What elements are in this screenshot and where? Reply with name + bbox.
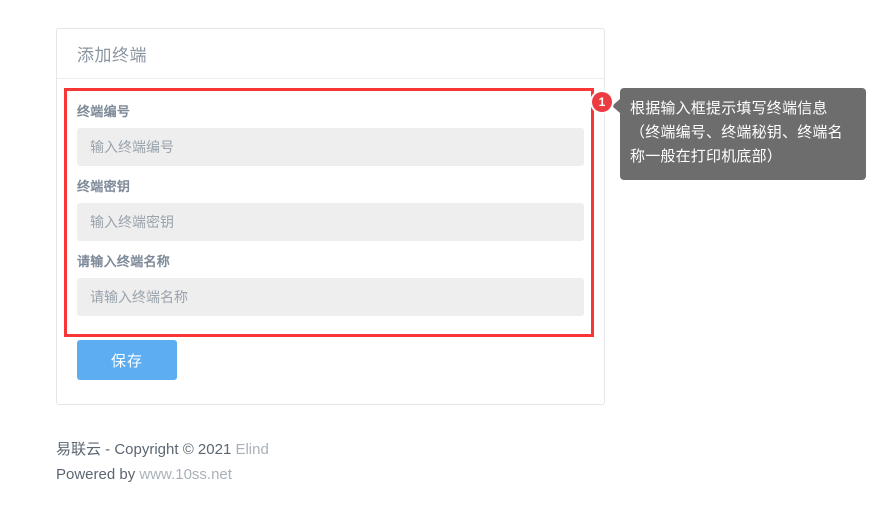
footer-copyright-text: 易联云 - Copyright © 2021 bbox=[56, 441, 236, 458]
footer-copyright-line: 易联云 - Copyright © 2021 Elind bbox=[56, 437, 269, 462]
page-footer: 易联云 - Copyright © 2021 Elind Powered by … bbox=[56, 437, 269, 487]
callout-text: 根据输入框提示填写终端信息（终端编号、终端秘钥、终端名称一般在打印机底部） bbox=[620, 88, 866, 180]
add-terminal-form: 终端编号 终端密钥 请输入终端名称 保存 bbox=[57, 79, 604, 380]
terminal-name-input[interactable] bbox=[77, 278, 584, 316]
terminal-id-input[interactable] bbox=[77, 128, 584, 166]
label-terminal-name: 请输入终端名称 bbox=[77, 254, 171, 269]
callout-step-1: 1 根据输入框提示填写终端信息（终端编号、终端秘钥、终端名称一般在打印机底部） bbox=[592, 88, 866, 180]
label-terminal-id: 终端编号 bbox=[77, 104, 131, 119]
footer-powered-line: Powered by www.10ss.net bbox=[56, 462, 269, 487]
footer-website-link[interactable]: www.10ss.net bbox=[139, 466, 232, 483]
footer-powered-text: Powered by bbox=[56, 466, 140, 483]
form-group-terminal-name: 请输入终端名称 bbox=[77, 251, 584, 316]
form-group-terminal-key: 终端密钥 bbox=[77, 176, 584, 241]
card-header: 添加终端 bbox=[57, 29, 604, 79]
add-terminal-card: 添加终端 终端编号 终端密钥 请输入终端名称 保存 bbox=[56, 28, 605, 405]
form-group-terminal-id: 终端编号 bbox=[77, 101, 584, 166]
label-terminal-key: 终端密钥 bbox=[77, 179, 131, 194]
callout-badge: 1 bbox=[592, 92, 612, 112]
save-button[interactable]: 保存 bbox=[77, 340, 177, 380]
callout-arrow-icon bbox=[612, 99, 620, 113]
footer-brand-name: Elind bbox=[235, 441, 269, 458]
page-title: 添加终端 bbox=[77, 46, 147, 65]
terminal-key-input[interactable] bbox=[77, 203, 584, 241]
